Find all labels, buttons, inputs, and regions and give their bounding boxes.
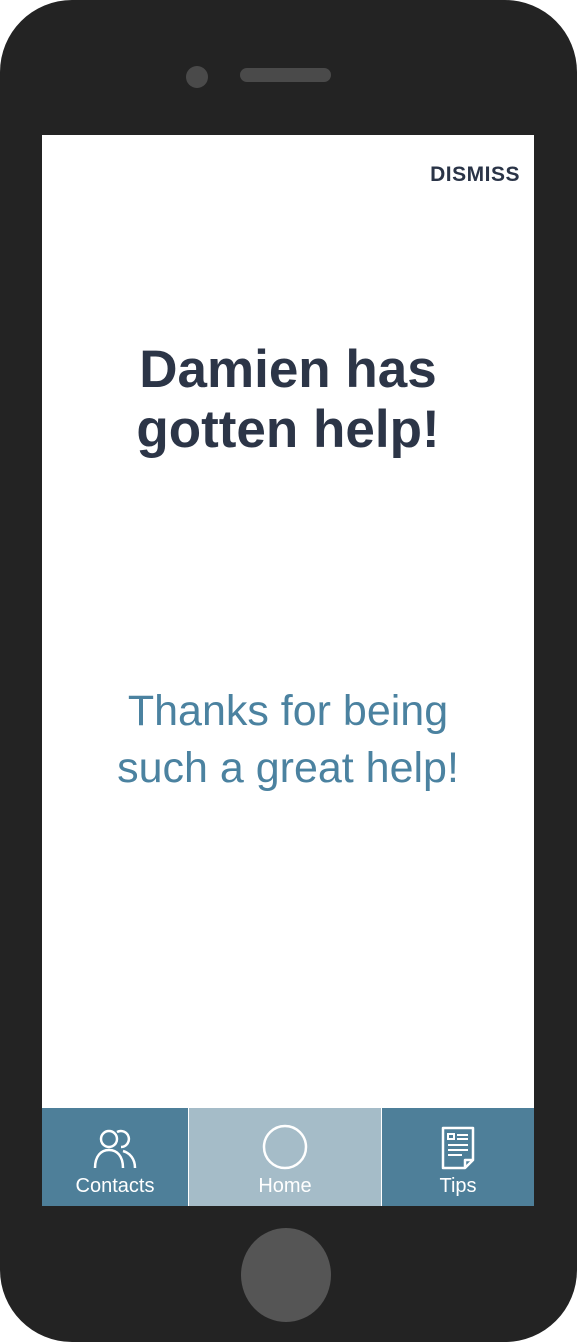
bottom-tab-bar: Contacts Home Tips xyxy=(42,1108,534,1206)
tab-contacts-label: Contacts xyxy=(75,1175,155,1197)
tab-home[interactable]: Home xyxy=(189,1108,382,1206)
document-icon xyxy=(440,1125,476,1171)
tab-home-label: Home xyxy=(258,1175,312,1197)
message-line-2: such a great help! xyxy=(117,744,459,792)
tab-tips-label: Tips xyxy=(439,1175,477,1197)
title-line-1: Damien has xyxy=(139,340,437,399)
thanks-message: Thanks for being such a great help! xyxy=(42,683,534,797)
contacts-icon xyxy=(92,1127,138,1171)
phone-frame: DISMISS Damien has gotten help! Thanks f… xyxy=(0,0,577,1342)
title-line-2: gotten help! xyxy=(136,400,440,459)
tab-tips[interactable]: Tips xyxy=(382,1108,534,1206)
phone-home-button[interactable] xyxy=(241,1228,331,1322)
message-line-1: Thanks for being xyxy=(127,687,449,735)
app-screen: DISMISS Damien has gotten help! Thanks f… xyxy=(42,135,534,1206)
tab-contacts[interactable]: Contacts xyxy=(42,1108,189,1206)
dismiss-button[interactable]: DISMISS xyxy=(430,163,520,187)
page-title: Damien has gotten help! xyxy=(42,340,534,460)
front-camera xyxy=(186,66,208,88)
circle-icon xyxy=(261,1123,309,1171)
earpiece-speaker xyxy=(240,68,331,82)
